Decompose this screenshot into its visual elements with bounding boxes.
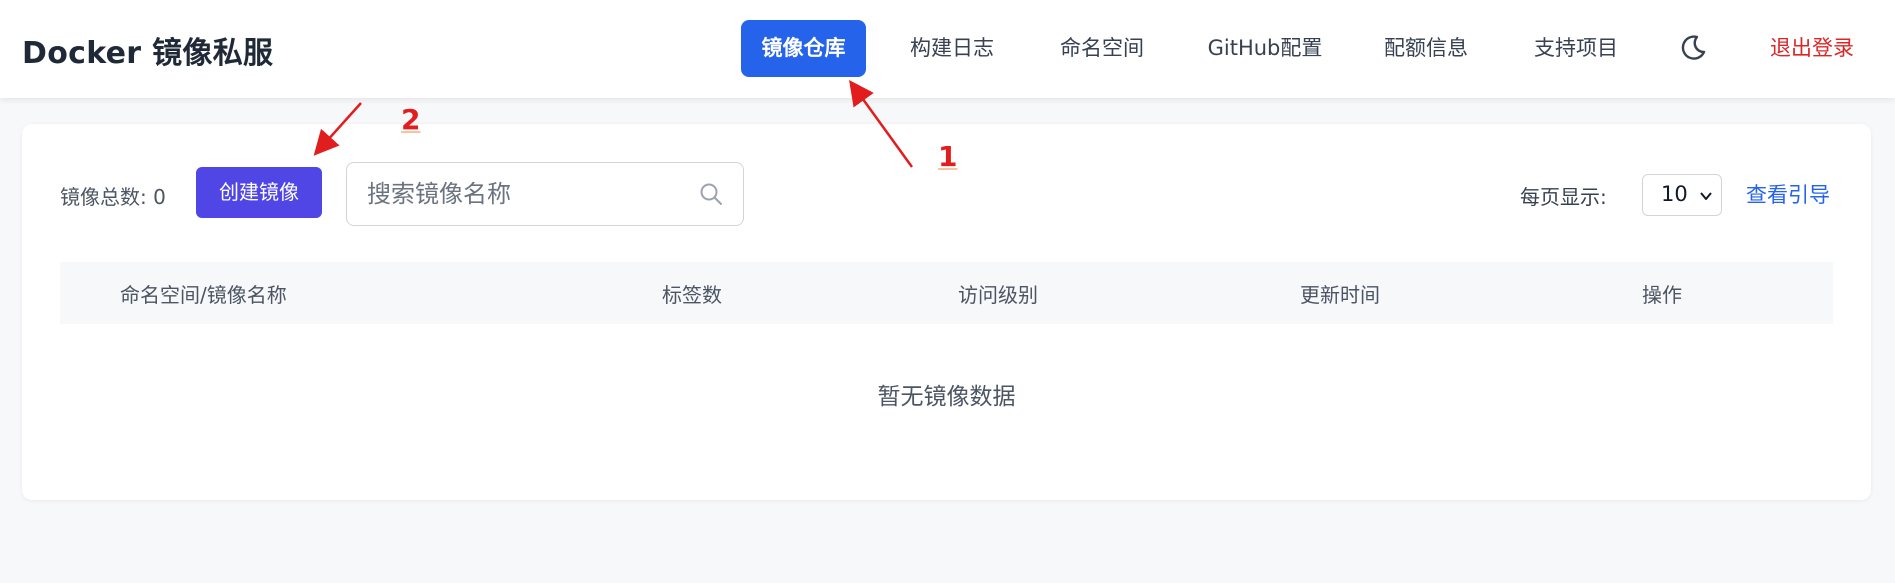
nav-item-namespaces[interactable]: 命名空间 bbox=[1046, 20, 1158, 77]
nav-item-quota-info[interactable]: 配额信息 bbox=[1370, 20, 1482, 77]
chevron-down-icon bbox=[1700, 192, 1712, 200]
search-box bbox=[346, 162, 744, 226]
column-header-tags: 标签数 bbox=[662, 283, 722, 307]
view-guide-link[interactable]: 查看引导 bbox=[1746, 179, 1830, 209]
nav-item-github-config[interactable]: GitHub配置 bbox=[1198, 20, 1332, 77]
nav-item-build-logs[interactable]: 构建日志 bbox=[896, 20, 1008, 77]
column-header-actions: 操作 bbox=[1642, 283, 1682, 307]
search-input[interactable] bbox=[367, 175, 687, 213]
nav-item-image-repo[interactable]: 镜像仓库 bbox=[741, 20, 866, 77]
nav-item-support-project[interactable]: 支持项目 bbox=[1520, 20, 1632, 77]
search-icon[interactable] bbox=[698, 181, 724, 207]
empty-state-message: 暂无镜像数据 bbox=[877, 384, 1016, 410]
image-count: 镜像总数: 0 bbox=[60, 185, 166, 209]
top-navbar: Docker 镜像私服 镜像仓库 构建日志 命名空间 GitHub配置 配额信息… bbox=[0, 0, 1895, 98]
per-page-value: 10 bbox=[1661, 182, 1688, 206]
column-header-updated-at: 更新时间 bbox=[1300, 283, 1380, 307]
logout-button[interactable]: 退出登录 bbox=[1756, 20, 1868, 77]
create-image-button[interactable]: 创建镜像 bbox=[196, 167, 322, 218]
annotation-marker-1: 1 bbox=[938, 140, 958, 173]
column-header-name: 命名空间/镜像名称 bbox=[120, 283, 287, 307]
annotation-marker-2: 2 bbox=[401, 103, 421, 136]
app-title: Docker 镜像私服 bbox=[22, 36, 274, 71]
table-header: 命名空间/镜像名称 标签数 访问级别 更新时间 操作 bbox=[60, 262, 1833, 324]
per-page-select[interactable]: 10 bbox=[1642, 174, 1722, 216]
column-header-access-level: 访问级别 bbox=[958, 283, 1038, 307]
moon-icon[interactable] bbox=[1677, 33, 1707, 63]
per-page-label: 每页显示: bbox=[1520, 185, 1607, 209]
image-list-panel: 镜像总数: 0 创建镜像 每页显示: 10 查看引导 命名空间/镜像名称 标签数… bbox=[22, 124, 1871, 500]
